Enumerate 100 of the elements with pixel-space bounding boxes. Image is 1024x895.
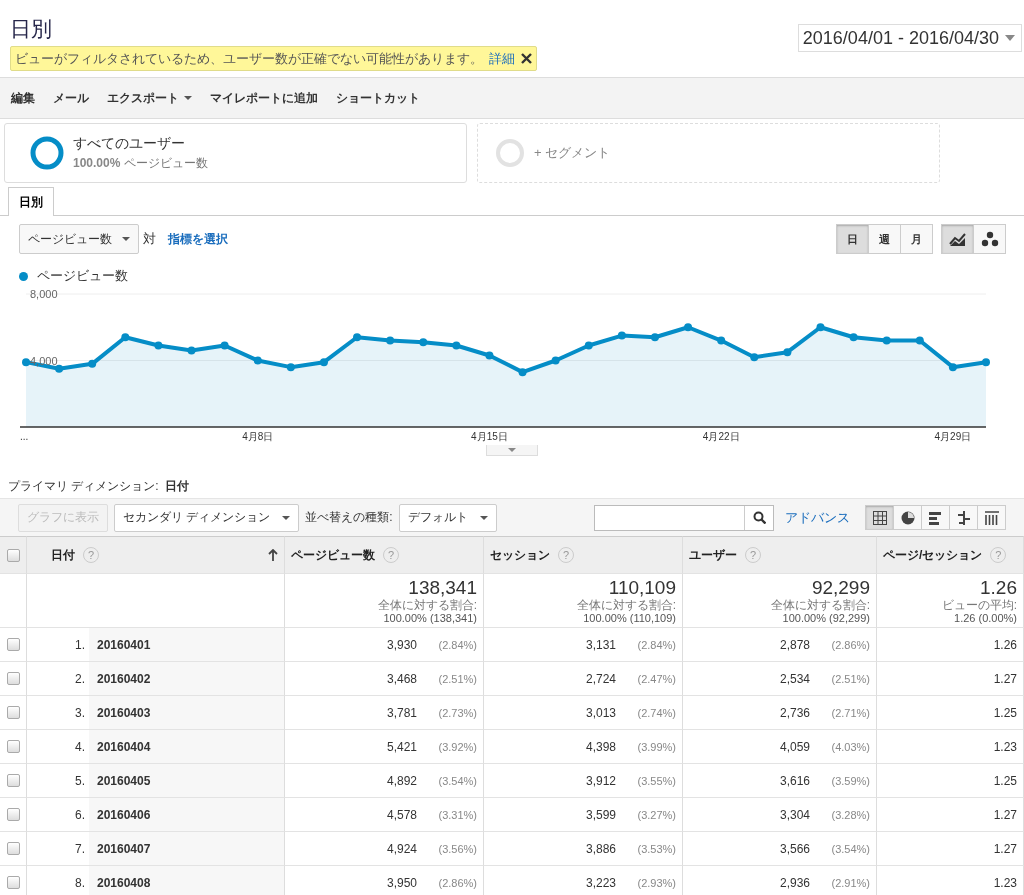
grid-icon: [872, 510, 887, 525]
row-number: 4.: [75, 739, 85, 754]
percent-share: (2.73%): [437, 706, 477, 719]
row-checkbox[interactable]: [6, 672, 20, 685]
view-button[interactable]: [949, 505, 978, 530]
toolbar-button[interactable]: マイレポートに追加: [203, 85, 325, 111]
advanced-link[interactable]: アドバンス: [785, 508, 850, 527]
caret-icon: [1005, 35, 1015, 41]
date-link[interactable]: 20160408: [97, 875, 151, 890]
percent-share: (2.84%): [437, 638, 477, 651]
primary-dimension-link[interactable]: 日付: [164, 478, 189, 493]
table-cell: 3,599: [585, 807, 616, 822]
column-header[interactable]: ページ/セッション ?: [877, 536, 1024, 574]
table-cell: 3,912: [585, 773, 616, 788]
date-link[interactable]: 20160403: [97, 705, 151, 720]
view-button[interactable]: [893, 505, 922, 530]
percent-share: (2.51%): [437, 672, 477, 685]
row-checkbox[interactable]: [6, 774, 20, 787]
date-link[interactable]: 20160406: [97, 807, 151, 822]
chart-type-button[interactable]: [973, 224, 1006, 254]
details-link[interactable]: 詳細: [489, 49, 515, 68]
data-point: [88, 359, 97, 368]
data-point: [55, 364, 64, 373]
table-cell: 3,781: [386, 705, 417, 720]
data-point: [22, 358, 30, 367]
column-header[interactable]: セッション ?: [484, 536, 683, 574]
data-point: [915, 336, 924, 345]
row-checkbox[interactable]: [6, 842, 20, 855]
search-field[interactable]: [594, 504, 774, 531]
select-metric-link[interactable]: 指標を選択: [168, 230, 228, 248]
date-range-picker[interactable]: 2016/04/01 - 2016/04/30: [797, 24, 1022, 52]
secondary-dimension-dropdown[interactable]: セカンダリ ディメンション: [114, 503, 300, 532]
data-point: [253, 356, 262, 365]
toolbar-button[interactable]: ショートカット: [329, 85, 427, 111]
ring-icon: [495, 138, 525, 168]
table-cell: 2,736: [779, 705, 810, 720]
close-icon[interactable]: [521, 53, 532, 64]
notice-text: ビューがフィルタされているため、ユーザー数が正確でない可能性があります。: [15, 49, 483, 68]
column-header[interactable]: ページビュー数 ?: [285, 536, 484, 574]
percent-share: (3.99%): [636, 740, 676, 753]
date-link[interactable]: 20160401: [97, 637, 151, 652]
data-point: [518, 368, 527, 377]
row-checkbox[interactable]: [6, 638, 20, 651]
bubbles-icon: [980, 231, 999, 247]
period-button[interactable]: 月: [900, 224, 933, 254]
date-link[interactable]: 20160407: [97, 841, 151, 856]
view-button[interactable]: [977, 505, 1006, 530]
sort-arrow-icon[interactable]: [268, 549, 278, 561]
collapse-handle[interactable]: [486, 445, 538, 456]
date-link[interactable]: 20160405: [97, 773, 151, 788]
data-point: [982, 358, 990, 367]
data-point: [187, 346, 196, 355]
percent-share: (4.03%): [830, 740, 870, 753]
line-chart-icon: [948, 231, 967, 247]
column-header[interactable]: ユーザー ?: [683, 536, 877, 574]
row-checkbox[interactable]: [6, 740, 20, 753]
percent-share: (2.86%): [830, 638, 870, 651]
percent-share: (3.54%): [830, 842, 870, 855]
view-button[interactable]: [921, 505, 950, 530]
row-checkbox[interactable]: [6, 876, 20, 889]
percent-share: (3.55%): [636, 774, 676, 787]
percent-share: (3.92%): [437, 740, 477, 753]
data-point: [220, 341, 229, 350]
percent-share: (3.27%): [636, 808, 676, 821]
toolbar-button[interactable]: エクスポート: [100, 85, 199, 111]
pivot-table-icon: [984, 510, 999, 525]
percent-share: (3.59%): [830, 774, 870, 787]
data-point: [286, 363, 295, 372]
row-checkbox[interactable]: [6, 706, 20, 719]
date-link[interactable]: 20160402: [97, 671, 151, 686]
period-button[interactable]: 週: [868, 224, 901, 254]
metric-dropdown[interactable]: ページビュー数: [19, 224, 139, 254]
chart-type-button[interactable]: [941, 224, 974, 254]
view-button[interactable]: [865, 505, 894, 530]
data-point: [882, 336, 891, 345]
pie-chart-icon: [900, 510, 915, 525]
tab[interactable]: 日別: [8, 187, 54, 216]
add-segment-card[interactable]: + セグメント: [477, 123, 940, 183]
search-icon[interactable]: [752, 511, 766, 524]
period-button[interactable]: 日: [836, 224, 869, 254]
date-link[interactable]: 20160404: [97, 739, 151, 754]
table-cell: 1.27: [993, 841, 1017, 856]
toolbar-button[interactable]: 編集: [4, 85, 42, 111]
data-point: [353, 333, 362, 342]
data-point: [717, 336, 726, 345]
toolbar-button[interactable]: メール: [46, 85, 96, 111]
data-point: [419, 338, 428, 347]
select-all-checkbox[interactable]: [6, 548, 20, 562]
table-cell: 3,013: [585, 705, 616, 720]
table-cell: 3,131: [585, 637, 616, 652]
segment-share: 100.00% ページビュー数: [73, 154, 208, 172]
row-checkbox[interactable]: [6, 808, 20, 821]
column-header[interactable]: 日付 ?: [27, 536, 285, 574]
percent-share: (3.53%): [636, 842, 676, 855]
segment-card[interactable]: すべてのユーザー 100.00% ページビュー数: [4, 123, 467, 183]
total-value: 138,341: [408, 576, 477, 599]
percent-share: (2.91%): [830, 876, 870, 889]
sort-dropdown[interactable]: デフォルト: [398, 503, 497, 532]
data-point: [551, 356, 560, 365]
total-value: 110,109: [608, 576, 676, 599]
